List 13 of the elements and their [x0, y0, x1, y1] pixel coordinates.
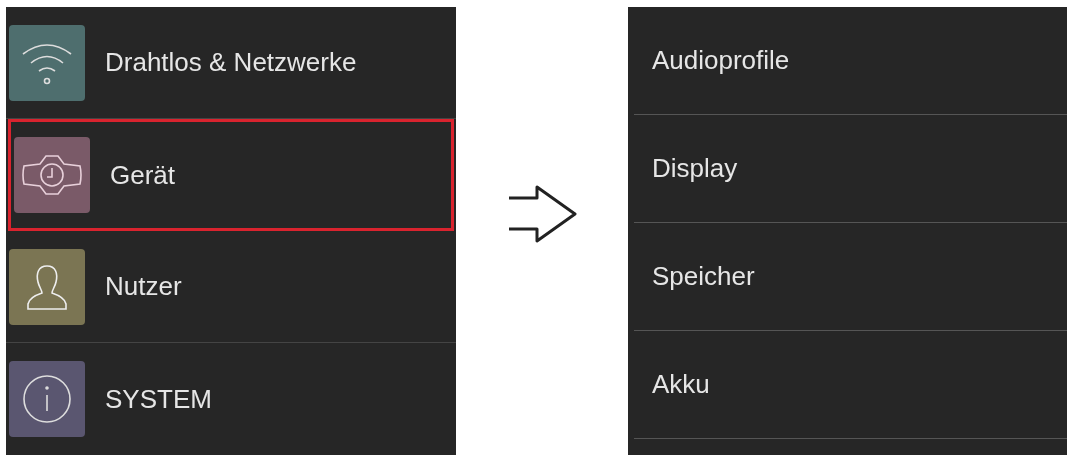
- menu-label: SYSTEM: [105, 382, 212, 416]
- menu-item[interactable]: Nutzer: [6, 231, 456, 343]
- menu-label: Gerät: [110, 158, 176, 192]
- menu-item[interactable]: Gerät: [8, 119, 454, 231]
- menu-item[interactable]: SYSTEM: [6, 343, 456, 455]
- menu-item[interactable]: Drahtlos & Netzwerke: [6, 7, 456, 119]
- menu-item[interactable]: Audioprofile: [634, 7, 1067, 115]
- menu-item[interactable]: Akku: [634, 331, 1067, 439]
- menu-label: Nutzer: [105, 270, 182, 303]
- info-icon: [21, 373, 73, 425]
- menu-item[interactable]: Display: [634, 115, 1067, 223]
- menu-label: Drahtlos & Netzwerke: [105, 46, 357, 79]
- menu-item[interactable]: Speicher: [634, 223, 1067, 331]
